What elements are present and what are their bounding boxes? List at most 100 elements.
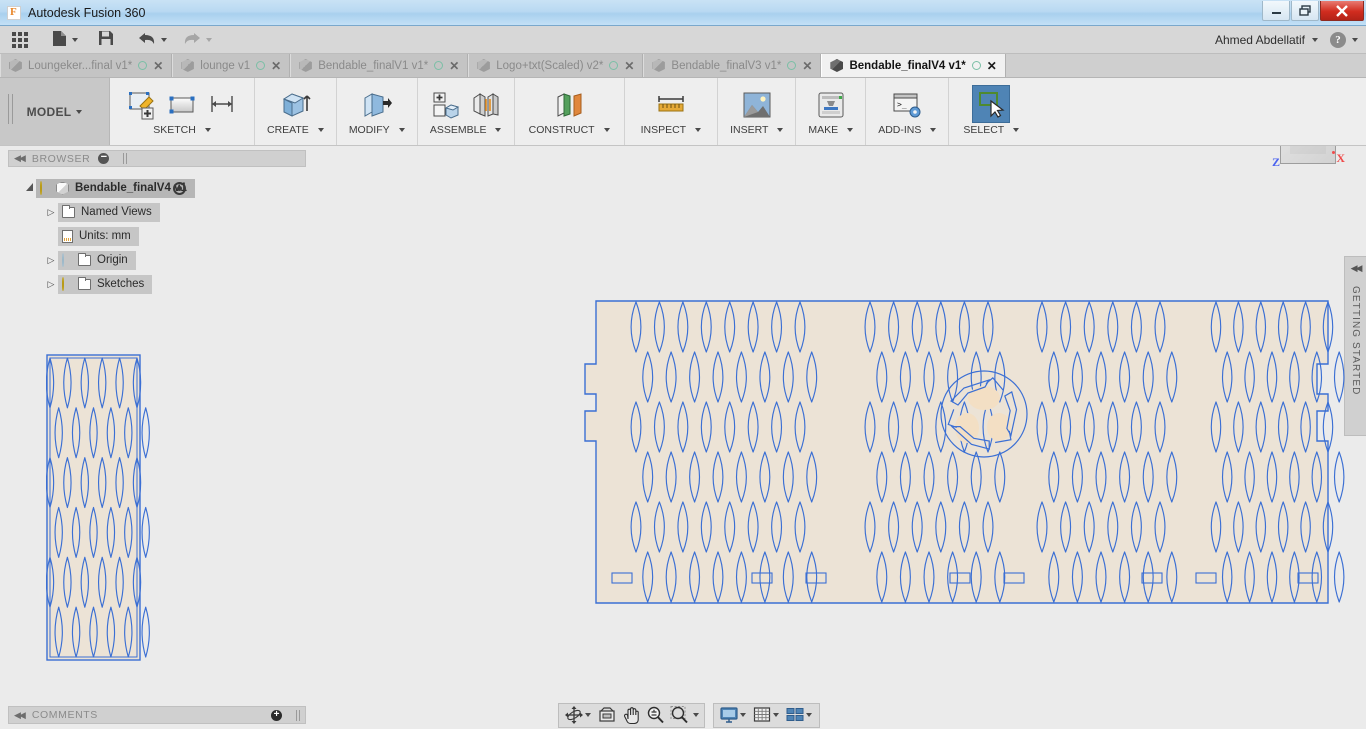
rectangle-sketch-button[interactable] [164, 87, 200, 123]
browser-tree-item[interactable]: Units: mm [8, 224, 306, 248]
document-tab[interactable]: lounge v1 ✕ [172, 54, 291, 77]
minimize-button[interactable] [1262, 1, 1290, 21]
chevron-down-icon[interactable] [398, 128, 405, 132]
ribbon-group-label[interactable]: INSPECT [641, 124, 702, 136]
save-button[interactable] [84, 26, 132, 54]
close-icon[interactable]: ✕ [153, 60, 163, 72]
pan-button[interactable] [619, 704, 643, 727]
workspace-switcher[interactable]: MODEL [0, 78, 110, 145]
chevron-down-icon[interactable] [740, 713, 746, 717]
chevron-down-icon[interactable] [161, 37, 167, 42]
chevron-down-icon[interactable] [1013, 128, 1020, 132]
scripts-addins-button[interactable]: >_ [889, 87, 925, 123]
collapse-left-icon[interactable]: ◀◀ [14, 153, 26, 164]
look-at-button[interactable] [595, 704, 619, 727]
expander-open-icon[interactable] [22, 183, 36, 193]
chevron-down-icon[interactable] [847, 128, 854, 132]
browser-tree-item-body[interactable]: Origin [58, 250, 136, 270]
ribbon-group-label[interactable]: SKETCH [153, 124, 211, 136]
document-tab[interactable]: Bendable_finalV1 v1* ✕ [290, 54, 469, 77]
offset-plane-button[interactable] [551, 87, 587, 123]
collapse-left-icon[interactable]: ◀◀ [1351, 263, 1363, 274]
ribbon-group-label[interactable]: MAKE [808, 124, 854, 136]
minus-circle-icon[interactable]: − [98, 152, 110, 164]
display-settings-button[interactable] [717, 704, 741, 727]
undo-button[interactable] [132, 26, 173, 54]
close-icon[interactable]: ✕ [987, 60, 997, 72]
browser-tree-item[interactable]: ▷ Sketches [8, 272, 306, 296]
viewports-button[interactable] [783, 704, 807, 727]
zoom-button[interactable] [643, 704, 667, 727]
new-component-button[interactable] [428, 87, 464, 123]
drag-grip[interactable] [296, 709, 300, 721]
ribbon-group-label[interactable]: INSERT [730, 124, 784, 136]
3d-print-button[interactable] [813, 87, 849, 123]
flat-pattern-svg[interactable] [580, 286, 1360, 701]
close-icon[interactable]: ✕ [624, 60, 634, 72]
flat-pattern-drawing[interactable] [580, 286, 1360, 701]
chevron-down-icon[interactable] [603, 128, 610, 132]
close-icon[interactable]: ✕ [449, 60, 459, 72]
orbit-button[interactable] [562, 704, 586, 727]
expander-closed-icon[interactable]: ▷ [44, 279, 58, 290]
chevron-down-icon[interactable] [72, 37, 78, 42]
document-tab[interactable]: Bendable_finalV4 v1* ✕ [821, 54, 1006, 77]
chevron-down-icon[interactable] [206, 37, 212, 42]
browser-tree-item[interactable]: ▷ Named Views [8, 200, 306, 224]
restore-button[interactable] [1291, 1, 1319, 21]
view-cube[interactable]: FRONT Y X Z [1272, 146, 1345, 170]
new-file-button[interactable] [44, 26, 84, 54]
visibility-bulb-icon[interactable] [40, 181, 50, 195]
chevron-down-icon[interactable] [777, 128, 784, 132]
chevron-down-icon[interactable] [76, 109, 83, 114]
view-cube-face-front[interactable]: FRONT [1280, 146, 1336, 164]
visibility-bulb-icon[interactable] [62, 253, 72, 267]
browser-tree-item[interactable]: ▷ Origin [8, 248, 306, 272]
chevron-down-icon[interactable] [204, 128, 211, 132]
user-name-label[interactable]: Ahmed Abdellatif [1215, 33, 1305, 47]
browser-tree-item-body[interactable]: Bendable_finalV4 v1 [36, 178, 195, 198]
expander-closed-icon[interactable]: ▷ [44, 255, 58, 266]
chevron-down-icon[interactable] [930, 128, 937, 132]
insert-image-button[interactable] [739, 87, 775, 123]
activate-target-icon[interactable] [172, 181, 186, 195]
ribbon-group-label[interactable]: ADD-INS [878, 124, 937, 136]
ribbon-group-label[interactable]: MODIFY [349, 124, 405, 136]
chevron-down-icon[interactable] [1352, 38, 1358, 42]
close-icon[interactable]: ✕ [802, 60, 812, 72]
close-icon[interactable]: ✕ [271, 60, 281, 72]
drag-grip[interactable] [123, 153, 128, 164]
plus-circle-icon[interactable]: + [271, 709, 282, 721]
ribbon-group-label[interactable]: ASSEMBLE [430, 124, 502, 136]
close-button[interactable] [1320, 1, 1364, 21]
grid-snaps-button[interactable] [750, 704, 774, 727]
ribbon-group-label[interactable]: CONSTRUCT [529, 124, 610, 136]
redo-button[interactable] [173, 26, 218, 54]
measure-button[interactable] [653, 87, 689, 123]
app-grid-button[interactable] [0, 26, 44, 54]
chevron-down-icon[interactable] [693, 713, 699, 717]
browser-tree-item-body[interactable]: Sketches [58, 274, 153, 294]
chevron-down-icon[interactable] [773, 713, 779, 717]
browser-tree-item[interactable]: Bendable_finalV4 v1 [8, 176, 306, 200]
joint-button[interactable] [468, 87, 504, 123]
browser-tree-item-body[interactable]: Units: mm [58, 226, 139, 246]
collapse-left-icon[interactable]: ◀◀ [14, 710, 26, 721]
chevron-down-icon[interactable] [806, 713, 812, 717]
select-window-button[interactable] [972, 85, 1011, 123]
chevron-down-icon[interactable] [317, 128, 324, 132]
sketch-preview-panel[interactable] [46, 354, 156, 684]
chevron-down-icon[interactable] [585, 713, 591, 717]
ribbon-group-label[interactable]: SELECT [963, 124, 1020, 136]
document-tab[interactable]: Bendable_finalV3 v1* ✕ [643, 54, 822, 77]
chevron-down-icon[interactable] [695, 128, 702, 132]
zoom-fit-button[interactable] [667, 704, 691, 727]
chevron-down-icon[interactable] [1312, 38, 1318, 42]
chevron-down-icon[interactable] [495, 128, 502, 132]
ribbon-group-label[interactable]: CREATE [267, 124, 324, 136]
create-sketch-button[interactable] [124, 87, 160, 123]
sketch-preview-svg[interactable] [46, 354, 156, 684]
document-tab[interactable]: Loungeker...final v1* ✕ [0, 54, 173, 77]
help-icon[interactable]: ? [1330, 32, 1346, 48]
visibility-bulb-icon[interactable] [62, 277, 72, 291]
